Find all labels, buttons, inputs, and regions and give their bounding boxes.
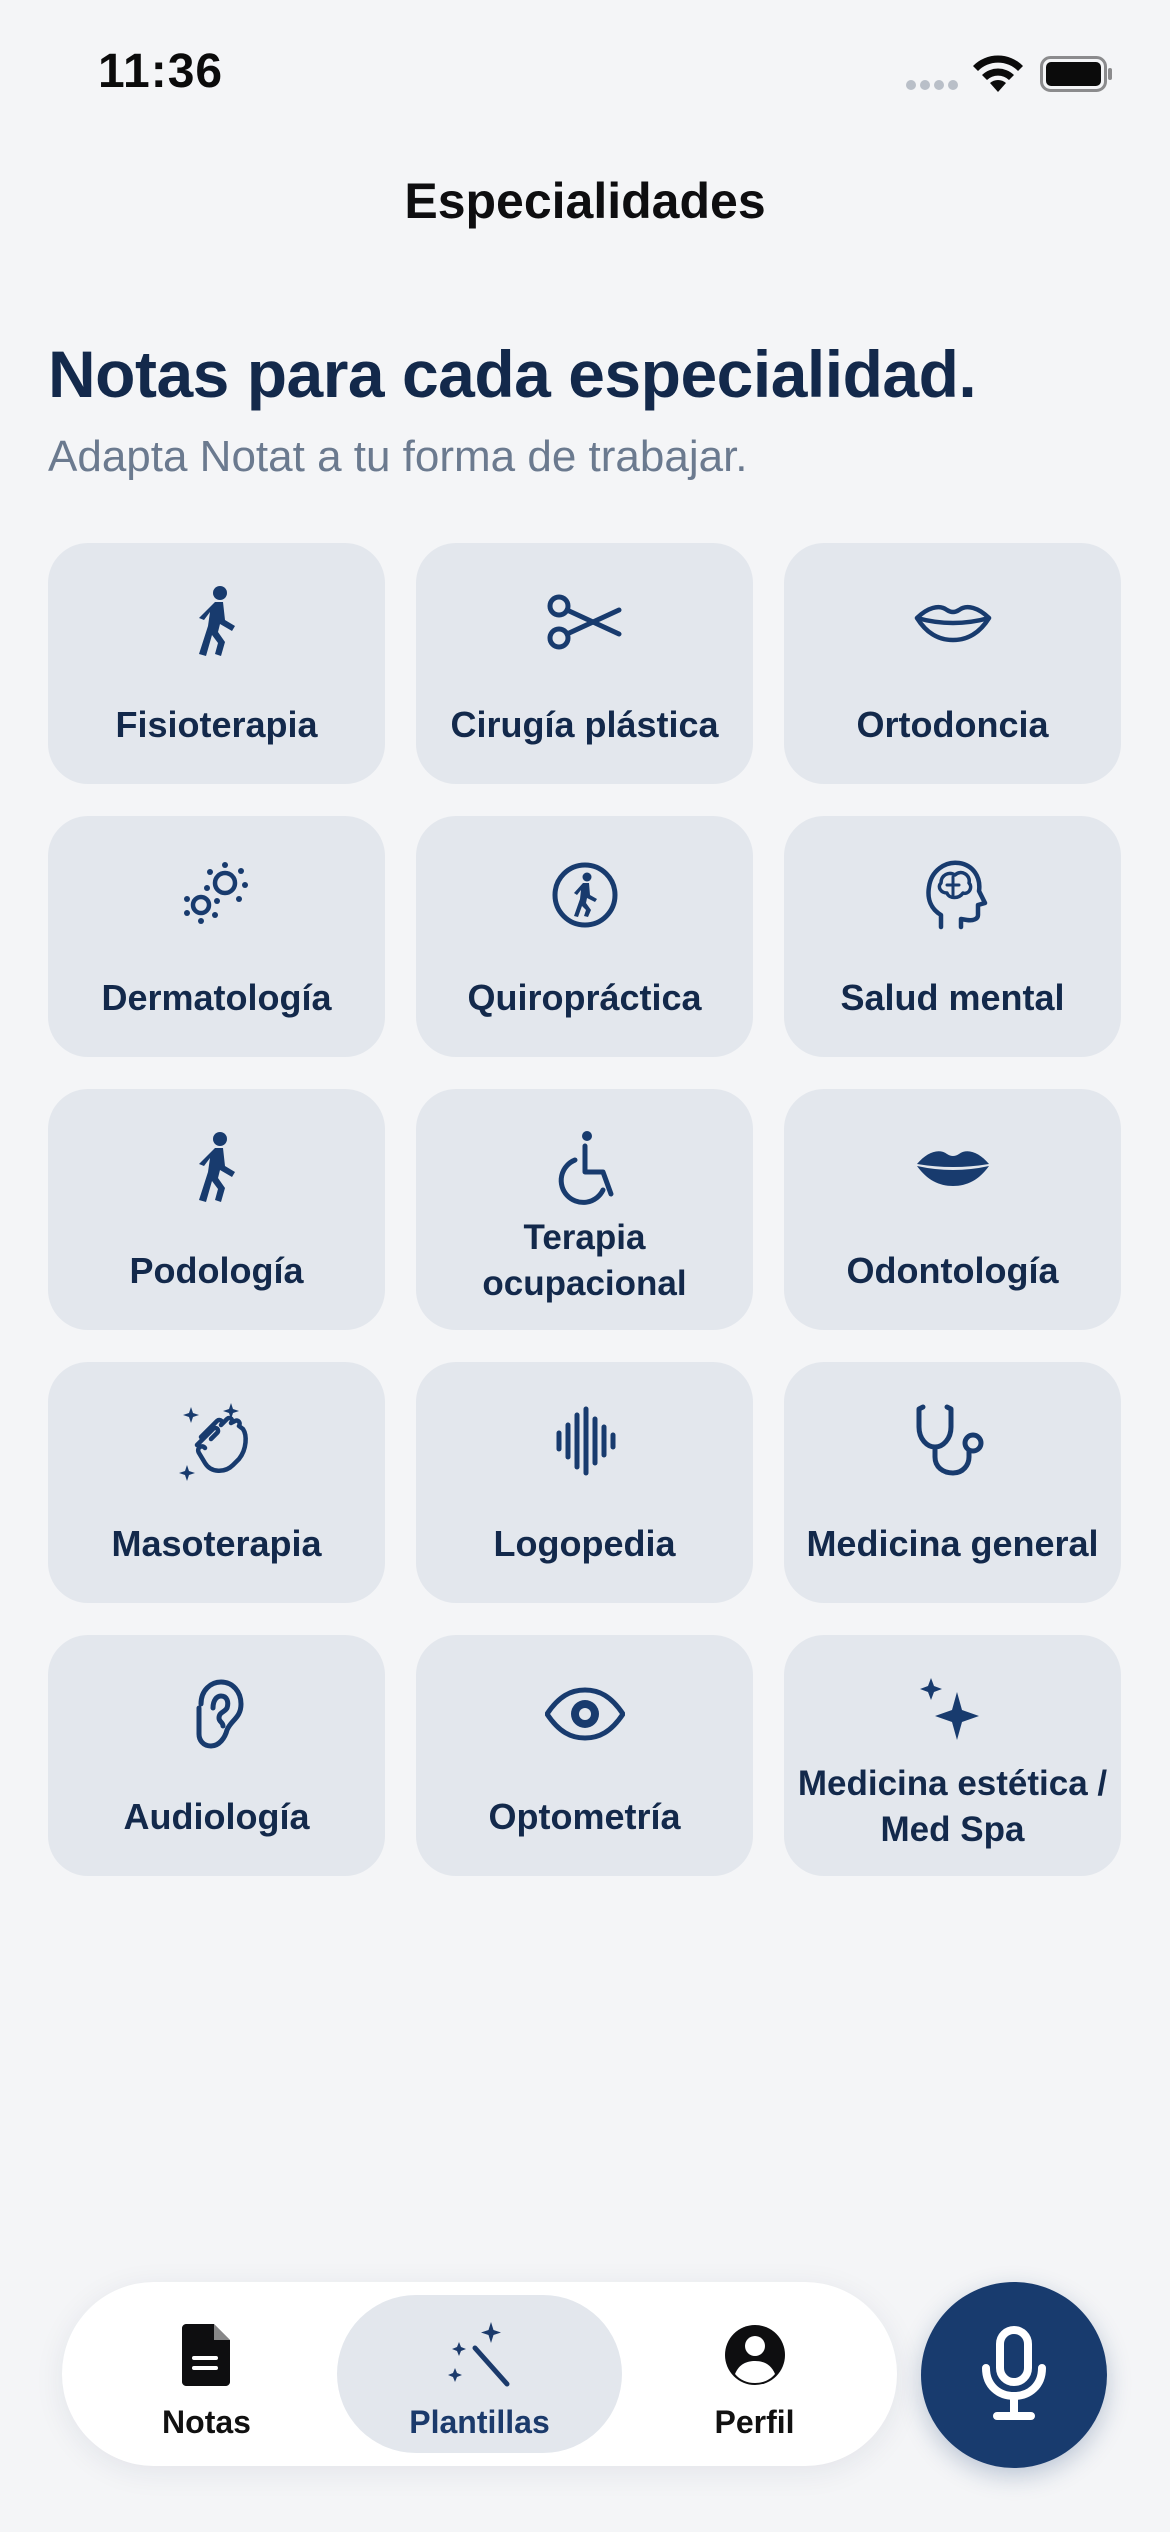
cellular-signal-icon xyxy=(906,80,960,92)
specialty-card-terapia-ocupacional[interactable]: Terapia ocupacional xyxy=(416,1089,753,1330)
scissors-icon xyxy=(542,579,628,665)
nav-title: Especialidades xyxy=(404,173,766,229)
tab-label: Notas xyxy=(162,2404,251,2440)
tab-bar: Notas Plantillas Perfil xyxy=(62,2282,897,2466)
document-icon xyxy=(181,2324,230,2386)
magic-wand-icon xyxy=(447,2322,509,2387)
specialty-label: Salud mental xyxy=(840,977,1065,1018)
tab-plantillas[interactable]: Plantillas xyxy=(337,2282,622,2466)
specialty-card-fisioterapia[interactable]: Fisioterapia xyxy=(48,543,385,784)
walking-figure-icon xyxy=(174,579,260,665)
specialty-card-medicina-general[interactable]: Medicina general xyxy=(784,1362,1121,1603)
tab-label: Perfil xyxy=(714,2404,795,2440)
eye-icon xyxy=(542,1671,628,1757)
lips-filled-icon xyxy=(910,1125,996,1211)
status-time: 11:36 xyxy=(98,45,224,98)
specialty-card-quiropractica[interactable]: Quiropráctica xyxy=(416,816,753,1057)
brain-head-icon xyxy=(910,852,996,938)
profile-icon xyxy=(724,2325,785,2385)
specialty-card-masoterapia[interactable]: Masoterapia xyxy=(48,1362,385,1603)
specialty-label: Quiropráctica xyxy=(467,977,702,1018)
microphone-icon xyxy=(982,2326,1046,2420)
specialty-card-odontologia[interactable]: Odontología xyxy=(784,1089,1121,1330)
specialty-label: Cirugía plástica xyxy=(450,704,719,745)
specialty-label: Odontología xyxy=(846,1250,1059,1291)
specialty-label: Logopedia xyxy=(493,1523,676,1564)
wheelchair-icon xyxy=(542,1125,628,1211)
status-bar: 11:36 xyxy=(0,0,1170,150)
battery-icon xyxy=(1040,56,1112,92)
specialty-label: Masoterapia xyxy=(111,1523,322,1564)
specialty-label: Terapia ocupacional xyxy=(482,1218,687,1303)
specialty-label: Ortodoncia xyxy=(856,704,1049,745)
allergens-icon xyxy=(174,852,260,938)
tab-label: Plantillas xyxy=(409,2404,550,2440)
specialty-card-dermatologia[interactable]: Dermatología xyxy=(48,816,385,1057)
page-title: Notas para cada especialidad. xyxy=(48,337,977,411)
specialty-card-cirugia-plastica[interactable]: Cirugía plástica xyxy=(416,543,753,784)
ear-icon xyxy=(174,1671,260,1757)
specialty-card-audiologia[interactable]: Audiología xyxy=(48,1635,385,1876)
specialty-card-salud-mental[interactable]: Salud mental xyxy=(784,816,1121,1057)
walking-figure-icon xyxy=(174,1125,260,1211)
page-subtitle: Adapta Notat a tu forma de trabajar. xyxy=(48,432,748,481)
record-button[interactable] xyxy=(921,2282,1107,2468)
stethoscope-icon xyxy=(910,1398,996,1484)
hands-clap-sparkles-icon xyxy=(174,1398,260,1484)
specialties-grid: Fisioterapia Cirugía plástica Ortodoncia xyxy=(48,543,1121,1876)
walking-circle-icon xyxy=(542,852,628,938)
specialty-label: Optometría xyxy=(488,1796,681,1837)
sparkles-icon xyxy=(910,1671,996,1757)
wifi-icon xyxy=(973,55,1023,92)
lips-outline-icon xyxy=(910,579,996,665)
specialty-label: Audiología xyxy=(123,1796,310,1837)
specialty-label: Fisioterapia xyxy=(115,704,318,745)
specialty-label: Dermatología xyxy=(101,977,332,1018)
specialty-label: Podología xyxy=(129,1250,304,1291)
tab-notas[interactable]: Notas xyxy=(64,2282,349,2466)
specialty-card-optometria[interactable]: Optometría xyxy=(416,1635,753,1876)
waveform-icon xyxy=(542,1398,628,1484)
specialty-card-medicina-estetica[interactable]: Medicina estética / Med Spa xyxy=(784,1635,1121,1876)
specialty-card-podologia[interactable]: Podología xyxy=(48,1089,385,1330)
specialty-label: Medicina estética / Med Spa xyxy=(797,1764,1108,1849)
specialty-label: Medicina general xyxy=(806,1523,1099,1564)
specialty-card-logopedia[interactable]: Logopedia xyxy=(416,1362,753,1603)
specialty-card-ortodoncia[interactable]: Ortodoncia xyxy=(784,543,1121,784)
tab-perfil[interactable]: Perfil xyxy=(612,2282,897,2466)
